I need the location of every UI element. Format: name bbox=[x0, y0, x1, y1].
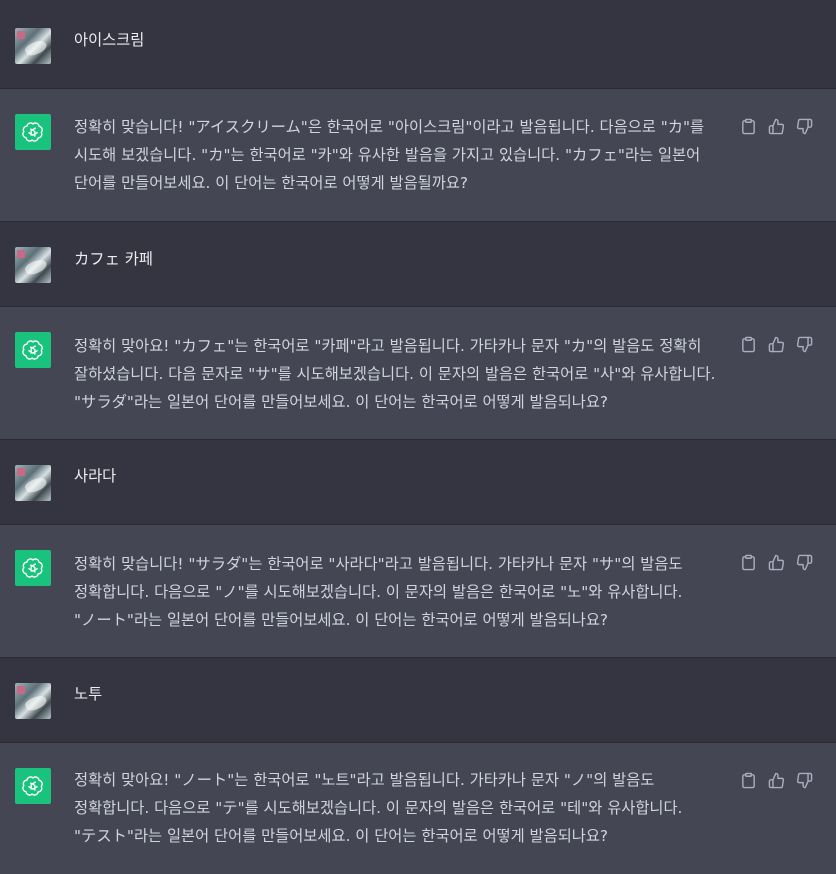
copy-button[interactable] bbox=[738, 770, 758, 790]
thumbs-up-icon bbox=[768, 554, 784, 570]
chat-thread: 아이스크림 정확히 맞습니다! "アイスクリーム"은 한국어로 "아이스크림"이… bbox=[0, 0, 836, 874]
user-message-text: 아이스크림 bbox=[74, 31, 145, 49]
clipboard-icon bbox=[741, 554, 755, 570]
copy-button[interactable] bbox=[738, 552, 758, 572]
thumbs-down-icon bbox=[796, 772, 812, 788]
assistant-message-text: 정확히 맞아요! "ノート"는 한국어로 "노트"라고 발음됩니다. 가타카나 … bbox=[74, 771, 683, 845]
dislike-button[interactable] bbox=[794, 552, 814, 572]
dislike-button[interactable] bbox=[794, 334, 814, 354]
openai-logo-icon bbox=[15, 550, 51, 586]
assistant-message-text: 정확히 맞아요! "カフェ"는 한국어로 "카페"라고 발음됩니다. 가타카나 … bbox=[74, 337, 716, 411]
clipboard-icon bbox=[741, 772, 755, 788]
assistant-message: 정확히 맞아요! "カフェ"는 한국어로 "카페"라고 발음됩니다. 가타카나 … bbox=[0, 307, 836, 440]
user-avatar bbox=[15, 247, 51, 283]
thumbs-down-icon bbox=[796, 118, 812, 134]
user-message: 사라다 bbox=[0, 440, 836, 525]
openai-logo-icon bbox=[15, 114, 51, 150]
like-button[interactable] bbox=[766, 770, 786, 790]
user-message: カフェ 카페 bbox=[0, 222, 836, 307]
assistant-message: 정확히 맞아요! "ノート"는 한국어로 "노트"라고 발음됩니다. 가타카나 … bbox=[0, 743, 836, 874]
copy-button[interactable] bbox=[738, 334, 758, 354]
dislike-button[interactable] bbox=[794, 116, 814, 136]
user-message-text: 노투 bbox=[74, 685, 103, 703]
openai-logo-icon bbox=[15, 332, 51, 368]
thumbs-up-icon bbox=[768, 118, 784, 134]
like-button[interactable] bbox=[766, 552, 786, 572]
clipboard-icon bbox=[741, 336, 755, 352]
message-actions bbox=[738, 770, 818, 790]
openai-logo-icon bbox=[15, 768, 51, 804]
thumbs-down-icon bbox=[796, 554, 812, 570]
copy-button[interactable] bbox=[738, 116, 758, 136]
like-button[interactable] bbox=[766, 334, 786, 354]
like-button[interactable] bbox=[766, 116, 786, 136]
user-message: 아이스크림 bbox=[0, 0, 836, 89]
user-message: 노투 bbox=[0, 658, 836, 743]
message-actions bbox=[738, 116, 818, 136]
assistant-message: 정확히 맞습니다! "アイスクリーム"은 한국어로 "아이스크림"이라고 발음됩… bbox=[0, 89, 836, 222]
user-avatar bbox=[15, 683, 51, 719]
user-message-text: カフェ 카페 bbox=[74, 250, 153, 268]
thumbs-up-icon bbox=[768, 772, 784, 788]
user-avatar bbox=[15, 465, 51, 501]
thumbs-up-icon bbox=[768, 336, 784, 352]
dislike-button[interactable] bbox=[794, 770, 814, 790]
clipboard-icon bbox=[741, 118, 755, 134]
assistant-message: 정확히 맞습니다! "サラダ"는 한국어로 "사라다"라고 발음됩니다. 가타카… bbox=[0, 525, 836, 658]
user-avatar bbox=[15, 28, 51, 64]
thumbs-down-icon bbox=[796, 336, 812, 352]
message-actions bbox=[738, 334, 818, 354]
message-actions bbox=[738, 552, 818, 572]
user-message-text: 사라다 bbox=[74, 467, 117, 485]
assistant-message-text: 정확히 맞습니다! "アイスクリーム"은 한국어로 "아이스크림"이라고 발음됩… bbox=[74, 118, 705, 192]
assistant-message-text: 정확히 맞습니다! "サラダ"는 한국어로 "사라다"라고 발음됩니다. 가타카… bbox=[74, 555, 683, 629]
